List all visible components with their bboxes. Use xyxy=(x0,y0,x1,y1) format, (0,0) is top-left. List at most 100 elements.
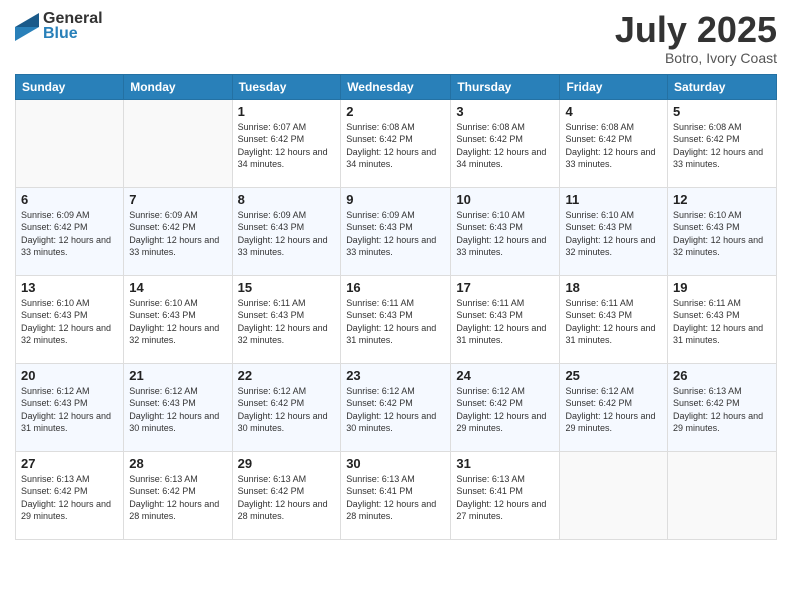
sunset-text: Sunset: 6:42 PM xyxy=(346,397,445,410)
sunrise-text: Sunrise: 6:08 AM xyxy=(456,121,554,134)
day-number: 14 xyxy=(129,280,226,295)
daylight-text: Daylight: 12 hours and 29 minutes. xyxy=(565,410,662,435)
day-cell: 30Sunrise: 6:13 AMSunset: 6:41 PMDayligh… xyxy=(341,451,451,539)
day-number: 6 xyxy=(21,192,118,207)
sunrise-text: Sunrise: 6:12 AM xyxy=(456,385,554,398)
sunset-text: Sunset: 6:41 PM xyxy=(456,485,554,498)
day-info: Sunrise: 6:10 AMSunset: 6:43 PMDaylight:… xyxy=(673,209,771,259)
sunset-text: Sunset: 6:42 PM xyxy=(456,133,554,146)
day-cell: 17 Sunrise: 6:11 AMSunset: 6:43 PMDayligh… xyxy=(451,275,560,363)
day-cell: 16Sunrise: 6:11 AMSunset: 6:43 PMDayligh… xyxy=(341,275,451,363)
sunrise-text: Sunrise: 6:08 AM xyxy=(346,121,445,134)
sunset-text: Sunset: 6:42 PM xyxy=(238,485,336,498)
day-info: Sunrise: 6:11 AMSunset: 6:43 PMDaylight:… xyxy=(673,297,771,347)
daylight-text: Daylight: 12 hours and 31 minutes. xyxy=(565,322,662,347)
day-number: 28 xyxy=(129,456,226,471)
sunset-text: Sunset: 6:43 PM xyxy=(238,309,336,322)
sunset-text: Sunset: 6:42 PM xyxy=(21,485,118,498)
day-info: Sunrise: 6:12 AMSunset: 6:42 PMDaylight:… xyxy=(346,385,445,435)
sunset-text: Sunset: 6:43 PM xyxy=(238,221,336,234)
sunrise-text: Sunrise: 6:12 AM xyxy=(238,385,336,398)
daylight-text: Daylight: 12 hours and 33 minutes. xyxy=(21,234,118,259)
sunrise-text: Sunrise: 6:13 AM xyxy=(129,473,226,486)
header-tuesday: Tuesday xyxy=(232,74,341,99)
day-cell: 31 Sunrise: 6:13 AMSunset: 6:41 PMDayligh… xyxy=(451,451,560,539)
sunrise-text: Sunrise: 6:11 AM xyxy=(456,297,554,310)
sunset-text: Sunset: 6:42 PM xyxy=(238,397,336,410)
sunrise-text: Sunrise: 6:13 AM xyxy=(673,385,771,398)
day-number: 20 xyxy=(21,368,118,383)
day-cell: 7Sunrise: 6:09 AMSunset: 6:42 PMDaylight… xyxy=(124,187,232,275)
day-number: 15 xyxy=(238,280,336,295)
daylight-text: Daylight: 12 hours and 28 minutes. xyxy=(346,498,445,523)
title-block: July 2025 Botro, Ivory Coast xyxy=(615,10,777,66)
day-info: Sunrise: 6:11 AMSunset: 6:43 PMDaylight:… xyxy=(238,297,336,347)
daylight-text: Daylight: 12 hours and 33 minutes. xyxy=(346,234,445,259)
header-sunday: Sunday xyxy=(16,74,124,99)
day-number: 31 xyxy=(456,456,554,471)
daylight-text: Daylight: 12 hours and 33 minutes. xyxy=(238,234,336,259)
sunrise-text: Sunrise: 6:13 AM xyxy=(21,473,118,486)
daylight-text: Daylight: 12 hours and 31 minutes. xyxy=(346,322,445,347)
day-info: Sunrise: 6:11 AMSunset: 6:43 PMDaylight:… xyxy=(346,297,445,347)
sunrise-text: Sunrise: 6:10 AM xyxy=(673,209,771,222)
daylight-text: Daylight: 12 hours and 29 minutes. xyxy=(21,498,118,523)
day-cell: 1Sunrise: 6:07 AMSunset: 6:42 PMDaylight… xyxy=(232,99,341,187)
daylight-text: Daylight: 12 hours and 32 minutes. xyxy=(673,234,771,259)
header: General Blue July 2025 Botro, Ivory Coas… xyxy=(15,10,777,66)
day-cell xyxy=(560,451,668,539)
header-wednesday: Wednesday xyxy=(341,74,451,99)
sunset-text: Sunset: 6:43 PM xyxy=(129,309,226,322)
logo: General Blue xyxy=(15,10,103,43)
day-info: Sunrise: 6:13 AMSunset: 6:41 PMDaylight:… xyxy=(456,473,554,523)
month-title: July 2025 xyxy=(615,10,777,50)
day-info: Sunrise: 6:09 AMSunset: 6:43 PMDaylight:… xyxy=(238,209,336,259)
day-cell: 23Sunrise: 6:12 AMSunset: 6:42 PMDayligh… xyxy=(341,363,451,451)
weekday-header-row: Sunday Monday Tuesday Wednesday Thursday… xyxy=(16,74,777,99)
day-info: Sunrise: 6:09 AMSunset: 6:43 PMDaylight:… xyxy=(346,209,445,259)
daylight-text: Daylight: 12 hours and 34 minutes. xyxy=(456,146,554,171)
day-number: 22 xyxy=(238,368,336,383)
sunrise-text: Sunrise: 6:07 AM xyxy=(238,121,336,134)
day-info: Sunrise: 6:08 AMSunset: 6:42 PMDaylight:… xyxy=(673,121,771,171)
daylight-text: Daylight: 12 hours and 30 minutes. xyxy=(129,410,226,435)
day-cell: 15 Sunrise: 6:11 AMSunset: 6:43 PMDayligh… xyxy=(232,275,341,363)
day-number: 9 xyxy=(346,192,445,207)
daylight-text: Daylight: 12 hours and 33 minutes. xyxy=(673,146,771,171)
day-cell: 6Sunrise: 6:09 AMSunset: 6:42 PMDaylight… xyxy=(16,187,124,275)
sunrise-text: Sunrise: 6:13 AM xyxy=(346,473,445,486)
logo-text: General Blue xyxy=(43,10,103,43)
day-cell xyxy=(124,99,232,187)
daylight-text: Daylight: 12 hours and 30 minutes. xyxy=(346,410,445,435)
daylight-text: Daylight: 12 hours and 27 minutes. xyxy=(456,498,554,523)
day-info: Sunrise: 6:10 AMSunset: 6:43 PMDaylight:… xyxy=(21,297,118,347)
sunset-text: Sunset: 6:43 PM xyxy=(456,221,554,234)
sunset-text: Sunset: 6:43 PM xyxy=(21,397,118,410)
sunrise-text: Sunrise: 6:12 AM xyxy=(346,385,445,398)
daylight-text: Daylight: 12 hours and 31 minutes. xyxy=(456,322,554,347)
sunrise-text: Sunrise: 6:09 AM xyxy=(346,209,445,222)
daylight-text: Daylight: 12 hours and 28 minutes. xyxy=(129,498,226,523)
sunset-text: Sunset: 6:42 PM xyxy=(565,133,662,146)
daylight-text: Daylight: 12 hours and 29 minutes. xyxy=(456,410,554,435)
day-info: Sunrise: 6:12 AMSunset: 6:42 PMDaylight:… xyxy=(456,385,554,435)
daylight-text: Daylight: 12 hours and 30 minutes. xyxy=(238,410,336,435)
sunrise-text: Sunrise: 6:10 AM xyxy=(565,209,662,222)
day-cell: 8Sunrise: 6:09 AMSunset: 6:43 PMDaylight… xyxy=(232,187,341,275)
week-row-1: 1Sunrise: 6:07 AMSunset: 6:42 PMDaylight… xyxy=(16,99,777,187)
daylight-text: Daylight: 12 hours and 33 minutes. xyxy=(456,234,554,259)
sunset-text: Sunset: 6:42 PM xyxy=(21,221,118,234)
day-number: 17 xyxy=(456,280,554,295)
day-number: 7 xyxy=(129,192,226,207)
day-info: Sunrise: 6:13 AMSunset: 6:42 PMDaylight:… xyxy=(238,473,336,523)
daylight-text: Daylight: 12 hours and 31 minutes. xyxy=(21,410,118,435)
daylight-text: Daylight: 12 hours and 32 minutes. xyxy=(565,234,662,259)
day-info: Sunrise: 6:10 AMSunset: 6:43 PMDaylight:… xyxy=(456,209,554,259)
sunrise-text: Sunrise: 6:09 AM xyxy=(129,209,226,222)
day-cell: 10Sunrise: 6:10 AMSunset: 6:43 PMDayligh… xyxy=(451,187,560,275)
sunset-text: Sunset: 6:43 PM xyxy=(346,309,445,322)
day-cell: 5Sunrise: 6:08 AMSunset: 6:42 PMDaylight… xyxy=(668,99,777,187)
week-row-3: 13Sunrise: 6:10 AMSunset: 6:43 PMDayligh… xyxy=(16,275,777,363)
sunset-text: Sunset: 6:43 PM xyxy=(456,309,554,322)
sunrise-text: Sunrise: 6:08 AM xyxy=(565,121,662,134)
